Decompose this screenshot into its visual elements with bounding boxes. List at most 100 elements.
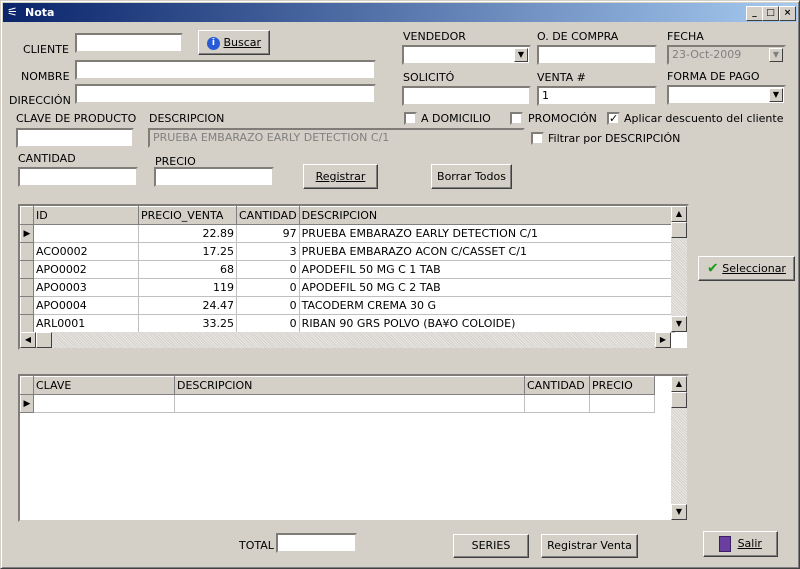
column-header[interactable]: ID bbox=[33, 206, 139, 225]
direccion-input[interactable] bbox=[75, 84, 376, 104]
table-cell[interactable]: PRUEBA EMBARAZO ACON C/CASSET C/1 bbox=[299, 242, 675, 261]
maximize-button[interactable]: □ bbox=[762, 6, 779, 21]
cliente-input[interactable] bbox=[75, 33, 183, 53]
scroll-down-icon[interactable]: ▼ bbox=[671, 504, 687, 520]
row-pointer-icon: ▶ bbox=[20, 224, 34, 243]
table-cell[interactable]: APO0003 bbox=[33, 278, 139, 297]
descuento-checkbox[interactable]: ✓ bbox=[607, 112, 620, 125]
o-compra-input[interactable] bbox=[537, 45, 657, 65]
items-header-row: CLAVE DESCRIPCION CANTIDAD PRECIO bbox=[20, 376, 655, 395]
table-cell[interactable]: ARL0001 bbox=[33, 314, 139, 333]
column-header[interactable]: DESCRIPCION bbox=[174, 376, 525, 395]
table-cell[interactable] bbox=[524, 394, 590, 413]
table-row[interactable]: APO0002 68 0 APODEFIL 50 MG C 1 TAB bbox=[20, 260, 675, 279]
registrar-button[interactable]: Registrar bbox=[303, 164, 378, 189]
table-cell[interactable] bbox=[33, 394, 175, 413]
scroll-thumb[interactable] bbox=[36, 332, 52, 348]
chevron-down-icon[interactable]: ▼ bbox=[514, 48, 528, 62]
buscar-label: Buscar bbox=[223, 36, 262, 49]
close-button[interactable]: × bbox=[779, 6, 796, 21]
filtrar-label: Filtrar por DESCRIPCIÓN bbox=[548, 132, 681, 145]
solicito-input[interactable] bbox=[402, 86, 531, 106]
table-cell[interactable]: 68 bbox=[138, 260, 237, 279]
salir-label: Salir bbox=[737, 537, 762, 550]
table-cell[interactable]: 0 bbox=[236, 296, 300, 315]
table-cell[interactable]: 97 bbox=[236, 224, 300, 243]
cantidad-input[interactable] bbox=[18, 167, 138, 187]
salir-button[interactable]: Salir bbox=[703, 531, 778, 557]
app-icon: ⚟ bbox=[7, 5, 18, 19]
clave-producto-input[interactable] bbox=[16, 128, 134, 148]
nombre-label: NOMBRE bbox=[21, 70, 70, 83]
vendedor-label: VENDEDOR bbox=[403, 30, 466, 43]
table-cell[interactable]: APO0004 bbox=[33, 296, 139, 315]
products-grid[interactable]: ID PRECIO_VENTA CANTIDAD DESCRIPCION ▶ 2… bbox=[18, 204, 689, 350]
chevron-down-icon[interactable]: ▼ bbox=[769, 88, 783, 102]
minimize-button[interactable]: _ bbox=[746, 6, 763, 21]
checkmark-icon: ✓ bbox=[609, 112, 619, 125]
table-cell[interactable]: 0 bbox=[236, 260, 300, 279]
scroll-down-icon[interactable]: ▼ bbox=[671, 316, 687, 332]
scroll-thumb[interactable] bbox=[671, 222, 687, 238]
table-cell[interactable] bbox=[174, 394, 525, 413]
table-cell[interactable] bbox=[33, 224, 139, 243]
table-cell[interactable]: 22.89 bbox=[138, 224, 237, 243]
scroll-up-icon[interactable]: ▲ bbox=[671, 206, 687, 222]
fecha-label: FECHA bbox=[667, 30, 704, 43]
scroll-left-icon[interactable]: ◀ bbox=[20, 332, 36, 348]
table-cell[interactable]: APO0002 bbox=[33, 260, 139, 279]
table-cell[interactable]: ACO0002 bbox=[33, 242, 139, 261]
filtrar-checkbox[interactable] bbox=[531, 132, 544, 145]
items-grid[interactable]: CLAVE DESCRIPCION CANTIDAD PRECIO ▶ ▲ ▼ bbox=[18, 374, 689, 522]
table-row[interactable]: APO0004 24.47 0 TACODERM CREMA 30 G bbox=[20, 296, 675, 315]
precio-input[interactable] bbox=[154, 167, 274, 187]
column-header[interactable]: PRECIO bbox=[589, 376, 655, 395]
scroll-right-icon[interactable]: ▶ bbox=[655, 332, 671, 348]
table-row[interactable]: ▶ 22.89 97 PRUEBA EMBARAZO EARLY DETECTI… bbox=[20, 224, 675, 243]
table-cell[interactable] bbox=[589, 394, 655, 413]
column-header[interactable]: PRECIO_VENTA bbox=[138, 206, 237, 225]
fecha-picker[interactable]: 23-Oct-2009 ▼ bbox=[667, 45, 786, 65]
column-header[interactable]: DESCRIPCION bbox=[298, 206, 675, 225]
table-cell[interactable]: APODEFIL 50 MG C 2 TAB bbox=[299, 278, 675, 297]
a-domicilio-checkbox[interactable] bbox=[404, 112, 417, 125]
table-cell[interactable]: TACODERM CREMA 30 G bbox=[299, 296, 675, 315]
forma-pago-select[interactable]: ▼ bbox=[667, 85, 786, 105]
table-cell[interactable]: 119 bbox=[138, 278, 237, 297]
scroll-up-icon[interactable]: ▲ bbox=[671, 376, 687, 392]
row-indicator bbox=[20, 260, 34, 279]
scroll-thumb[interactable] bbox=[671, 392, 687, 408]
table-cell[interactable]: APODEFIL 50 MG C 1 TAB bbox=[299, 260, 675, 279]
table-cell[interactable]: 24.47 bbox=[138, 296, 237, 315]
column-header[interactable]: CANTIDAD bbox=[236, 206, 300, 225]
table-cell[interactable]: 3 bbox=[236, 242, 300, 261]
table-cell[interactable]: PRUEBA EMBARAZO EARLY DETECTION C/1 bbox=[299, 224, 675, 243]
items-vertical-scrollbar[interactable]: ▲ ▼ bbox=[671, 376, 687, 520]
table-cell[interactable]: 0 bbox=[236, 278, 300, 297]
products-horizontal-scrollbar[interactable]: ◀ ▶ bbox=[20, 332, 671, 348]
products-vertical-scrollbar[interactable]: ▲ ▼ bbox=[671, 206, 687, 332]
chevron-down-icon[interactable]: ▼ bbox=[769, 48, 783, 62]
table-row[interactable]: ARL0001 33.25 0 RIBAN 90 GRS POLVO (BA¥O… bbox=[20, 314, 675, 333]
column-header[interactable]: CANTIDAD bbox=[524, 376, 590, 395]
table-cell[interactable]: 0 bbox=[236, 314, 300, 333]
promocion-checkbox[interactable] bbox=[510, 112, 523, 125]
borrar-todos-button[interactable]: Borrar Todos bbox=[431, 164, 512, 189]
seleccionar-button[interactable]: ✔ Seleccionar bbox=[698, 256, 795, 281]
table-cell[interactable]: 17.25 bbox=[138, 242, 237, 261]
registrar-venta-button[interactable]: Registrar Venta bbox=[541, 534, 638, 558]
nombre-input[interactable] bbox=[75, 60, 376, 80]
table-row[interactable]: ▶ bbox=[20, 394, 655, 413]
title-bar[interactable]: ⚟ Nota _ □ × bbox=[3, 3, 797, 22]
descripcion-input[interactable]: PRUEBA EMBARAZO EARLY DETECTION C/1 bbox=[148, 128, 525, 148]
table-cell[interactable]: RIBAN 90 GRS POLVO (BA¥O COLOIDE) bbox=[299, 314, 675, 333]
column-header[interactable]: CLAVE bbox=[33, 376, 175, 395]
table-row[interactable]: APO0003 119 0 APODEFIL 50 MG C 2 TAB bbox=[20, 278, 675, 297]
total-input[interactable] bbox=[276, 533, 357, 553]
vendedor-select[interactable]: ▼ bbox=[402, 45, 531, 65]
table-cell[interactable]: 33.25 bbox=[138, 314, 237, 333]
series-button[interactable]: SERIES bbox=[453, 534, 529, 558]
buscar-button[interactable]: i Buscar bbox=[198, 30, 270, 55]
table-row[interactable]: ACO0002 17.25 3 PRUEBA EMBARAZO ACON C/C… bbox=[20, 242, 675, 261]
venta-input[interactable]: 1 bbox=[537, 86, 657, 106]
